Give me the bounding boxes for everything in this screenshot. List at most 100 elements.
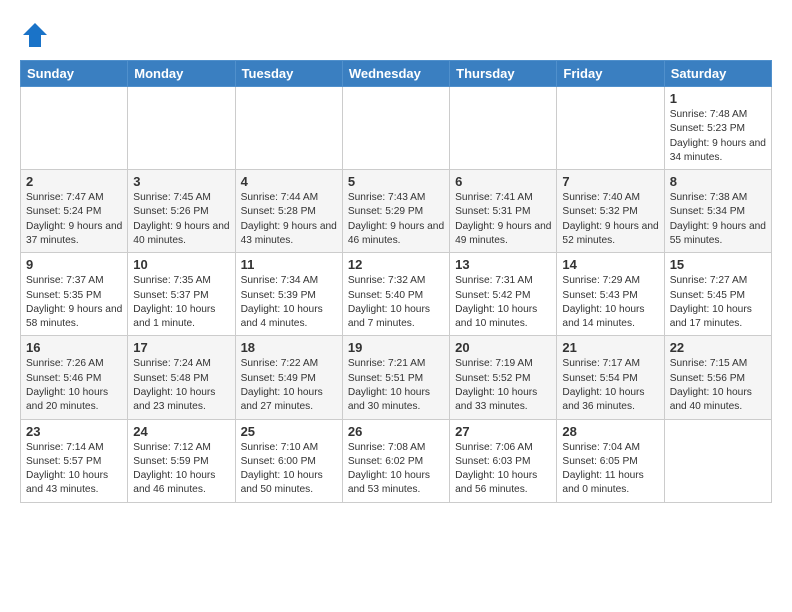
calendar-cell: 14 Sunrise: 7:29 AM Sunset: 5:43 PM Dayli… (557, 253, 664, 336)
logo-icon (20, 20, 50, 50)
calendar-week-row: 23Sunrise: 7:14 AM Sunset: 5:57 PM Dayli… (21, 419, 772, 502)
calendar-cell: 3 Sunrise: 7:45 AM Sunset: 5:26 PM Daylig… (128, 170, 235, 253)
calendar-cell (557, 87, 664, 170)
day-number: 6 (455, 174, 551, 189)
calendar-cell: 19 Sunrise: 7:21 AM Sunset: 5:51 PM Dayli… (342, 336, 449, 419)
day-header-sunday: Sunday (21, 61, 128, 87)
calendar-cell: 10 Sunrise: 7:35 AM Sunset: 5:37 PM Dayli… (128, 253, 235, 336)
calendar-cell: 27 Sunrise: 7:06 AM Sunset: 6:03 PM Dayli… (450, 419, 557, 502)
day-number: 13 (455, 257, 551, 272)
day-info: Sunrise: 7:31 AM Sunset: 5:42 PM Dayligh… (455, 274, 551, 331)
day-info: Sunrise: 7:12 AM Sunset: 5:59 PM Dayligh… (133, 441, 229, 498)
day-number: 10 (133, 257, 229, 272)
day-info: Sunrise: 7:19 AM Sunset: 5:52 PM Dayligh… (455, 357, 551, 414)
day-number: 16 (26, 340, 122, 355)
calendar-cell: 17 Sunrise: 7:24 AM Sunset: 5:48 PM Dayli… (128, 336, 235, 419)
day-info: Sunrise: 7:21 AM Sunset: 5:51 PM Dayligh… (348, 357, 444, 414)
day-info: Sunrise: 7:17 AM Sunset: 5:54 PM Dayligh… (562, 357, 658, 414)
day-info: Sunrise: 7:44 AM Sunset: 5:28 PM Dayligh… (241, 191, 337, 248)
calendar-cell (235, 87, 342, 170)
calendar-cell: 13 Sunrise: 7:31 AM Sunset: 5:42 PM Dayli… (450, 253, 557, 336)
calendar-cell: 1 Sunrise: 7:48 AM Sunset: 5:23 PM Daylig… (664, 87, 771, 170)
day-number: 22 (670, 340, 766, 355)
day-number: 23 (26, 424, 122, 439)
calendar-cell: 8 Sunrise: 7:38 AM Sunset: 5:34 PM Daylig… (664, 170, 771, 253)
logo (20, 20, 54, 50)
day-info: Sunrise: 7:37 AM Sunset: 5:35 PM Dayligh… (26, 274, 122, 331)
day-number: 28 (562, 424, 658, 439)
day-info: Sunrise: 7:29 AM Sunset: 5:43 PM Dayligh… (562, 274, 658, 331)
day-header-thursday: Thursday (450, 61, 557, 87)
calendar-week-row: 2Sunrise: 7:47 AM Sunset: 5:24 PM Daylig… (21, 170, 772, 253)
day-number: 1 (670, 91, 766, 106)
day-header-wednesday: Wednesday (342, 61, 449, 87)
calendar-cell: 5Sunrise: 7:43 AM Sunset: 5:29 PM Daylig… (342, 170, 449, 253)
day-info: Sunrise: 7:41 AM Sunset: 5:31 PM Dayligh… (455, 191, 551, 248)
day-number: 5 (348, 174, 444, 189)
day-info: Sunrise: 7:10 AM Sunset: 6:00 PM Dayligh… (241, 441, 337, 498)
day-info: Sunrise: 7:27 AM Sunset: 5:45 PM Dayligh… (670, 274, 766, 331)
day-header-monday: Monday (128, 61, 235, 87)
day-info: Sunrise: 7:06 AM Sunset: 6:03 PM Dayligh… (455, 441, 551, 498)
calendar-cell: 7 Sunrise: 7:40 AM Sunset: 5:32 PM Daylig… (557, 170, 664, 253)
calendar-cell: 6 Sunrise: 7:41 AM Sunset: 5:31 PM Daylig… (450, 170, 557, 253)
day-info: Sunrise: 7:45 AM Sunset: 5:26 PM Dayligh… (133, 191, 229, 248)
calendar-cell: 4 Sunrise: 7:44 AM Sunset: 5:28 PM Daylig… (235, 170, 342, 253)
day-info: Sunrise: 7:24 AM Sunset: 5:48 PM Dayligh… (133, 357, 229, 414)
calendar-cell (450, 87, 557, 170)
calendar-cell: 25Sunrise: 7:10 AM Sunset: 6:00 PM Dayli… (235, 419, 342, 502)
calendar-cell (21, 87, 128, 170)
day-number: 24 (133, 424, 229, 439)
calendar-cell: 18 Sunrise: 7:22 AM Sunset: 5:49 PM Dayli… (235, 336, 342, 419)
day-number: 4 (241, 174, 337, 189)
day-header-tuesday: Tuesday (235, 61, 342, 87)
calendar-week-row: 1 Sunrise: 7:48 AM Sunset: 5:23 PM Daylig… (21, 87, 772, 170)
calendar-cell (664, 419, 771, 502)
day-info: Sunrise: 7:48 AM Sunset: 5:23 PM Dayligh… (670, 108, 766, 165)
day-number: 8 (670, 174, 766, 189)
day-info: Sunrise: 7:35 AM Sunset: 5:37 PM Dayligh… (133, 274, 229, 331)
day-number: 7 (562, 174, 658, 189)
day-number: 21 (562, 340, 658, 355)
day-number: 20 (455, 340, 551, 355)
calendar-table: SundayMondayTuesdayWednesdayThursdayFrid… (20, 60, 772, 503)
day-number: 11 (241, 257, 337, 272)
day-info: Sunrise: 7:34 AM Sunset: 5:39 PM Dayligh… (241, 274, 337, 331)
calendar-cell: 2Sunrise: 7:47 AM Sunset: 5:24 PM Daylig… (21, 170, 128, 253)
calendar-cell: 24 Sunrise: 7:12 AM Sunset: 5:59 PM Dayli… (128, 419, 235, 502)
day-info: Sunrise: 7:38 AM Sunset: 5:34 PM Dayligh… (670, 191, 766, 248)
calendar-cell: 16 Sunrise: 7:26 AM Sunset: 5:46 PM Dayli… (21, 336, 128, 419)
calendar-cell: 12Sunrise: 7:32 AM Sunset: 5:40 PM Dayli… (342, 253, 449, 336)
day-info: Sunrise: 7:22 AM Sunset: 5:49 PM Dayligh… (241, 357, 337, 414)
day-info: Sunrise: 7:04 AM Sunset: 6:05 PM Dayligh… (562, 441, 658, 498)
calendar-week-row: 16 Sunrise: 7:26 AM Sunset: 5:46 PM Dayli… (21, 336, 772, 419)
day-number: 19 (348, 340, 444, 355)
day-header-saturday: Saturday (664, 61, 771, 87)
day-number: 9 (26, 257, 122, 272)
day-info: Sunrise: 7:40 AM Sunset: 5:32 PM Dayligh… (562, 191, 658, 248)
calendar-week-row: 9 Sunrise: 7:37 AM Sunset: 5:35 PM Daylig… (21, 253, 772, 336)
day-number: 26 (348, 424, 444, 439)
day-number: 18 (241, 340, 337, 355)
day-number: 17 (133, 340, 229, 355)
calendar-cell: 28 Sunrise: 7:04 AM Sunset: 6:05 PM Dayli… (557, 419, 664, 502)
calendar-cell: 21 Sunrise: 7:17 AM Sunset: 5:54 PM Dayli… (557, 336, 664, 419)
day-number: 14 (562, 257, 658, 272)
day-info: Sunrise: 7:15 AM Sunset: 5:56 PM Dayligh… (670, 357, 766, 414)
day-number: 15 (670, 257, 766, 272)
calendar-header-row: SundayMondayTuesdayWednesdayThursdayFrid… (21, 61, 772, 87)
calendar-cell (342, 87, 449, 170)
calendar-cell: 9 Sunrise: 7:37 AM Sunset: 5:35 PM Daylig… (21, 253, 128, 336)
day-info: Sunrise: 7:26 AM Sunset: 5:46 PM Dayligh… (26, 357, 122, 414)
day-number: 3 (133, 174, 229, 189)
calendar-cell: 23Sunrise: 7:14 AM Sunset: 5:57 PM Dayli… (21, 419, 128, 502)
calendar-cell (128, 87, 235, 170)
calendar-cell: 15 Sunrise: 7:27 AM Sunset: 5:45 PM Dayli… (664, 253, 771, 336)
calendar-cell: 22 Sunrise: 7:15 AM Sunset: 5:56 PM Dayli… (664, 336, 771, 419)
day-number: 27 (455, 424, 551, 439)
calendar-cell: 26 Sunrise: 7:08 AM Sunset: 6:02 PM Dayli… (342, 419, 449, 502)
calendar-cell: 20 Sunrise: 7:19 AM Sunset: 5:52 PM Dayli… (450, 336, 557, 419)
day-info: Sunrise: 7:08 AM Sunset: 6:02 PM Dayligh… (348, 441, 444, 498)
page-header (20, 20, 772, 50)
day-header-friday: Friday (557, 61, 664, 87)
